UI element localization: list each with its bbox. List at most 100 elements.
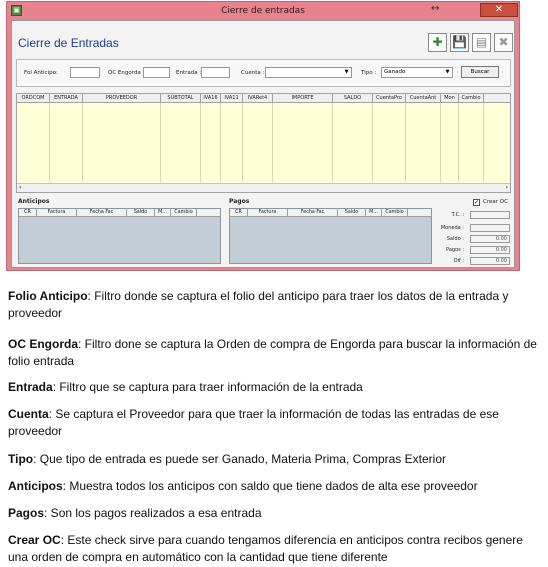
description-paragraph: Crear OC: Este check sirve para cuando t…: [8, 532, 538, 566]
new-icon[interactable]: ✚: [428, 33, 447, 52]
description-term: Tipo: [8, 452, 34, 466]
description-paragraph: Cuenta: Se captura el Proveedor para que…: [8, 406, 538, 440]
grid-column-header[interactable]: IMPORTE: [273, 94, 333, 103]
folio-anticipo-input[interactable]: [70, 67, 100, 78]
description-term: Crear OC: [8, 533, 61, 547]
oc-engorda-label: OC Engorda :: [108, 70, 145, 76]
description-text: : Que tipo de entrada es puede ser Ganad…: [33, 452, 446, 466]
tipo-dropdown[interactable]: Ganado ▼: [381, 67, 453, 78]
anticipos-column-header[interactable]: M...: [155, 209, 171, 217]
summary-label: Saldo :: [446, 236, 464, 242]
summary-value-field: 0.00: [470, 235, 510, 243]
oc-engorda-input[interactable]: [143, 67, 170, 78]
pagos-grid[interactable]: CR Factura Fecha Fac Saldo M... Cambio: [229, 208, 432, 264]
grid-column-header[interactable]: IVA16: [201, 94, 221, 103]
grid-column-header[interactable]: CuentaAnt: [406, 94, 441, 103]
close-window-button[interactable]: ✕: [480, 3, 518, 17]
anticipos-header: CR Factura Fecha Fac Saldo M... Cambio: [19, 209, 220, 217]
description-text: : Este check sirve para cuando tengamos …: [8, 533, 523, 564]
description-paragraph: OC Engorda: Filtro done se captura la Or…: [8, 336, 538, 370]
check-icon: ✓: [474, 199, 480, 206]
description-term: Entrada: [8, 380, 53, 394]
pagos-column-header[interactable]: Factura: [248, 209, 288, 217]
pagos-column-header[interactable]: Cambio: [382, 209, 408, 217]
grid-column-header[interactable]: ENTRADA: [50, 94, 83, 103]
description-paragraph: Entrada: Filtro que se captura para trae…: [8, 379, 538, 396]
cuenta-dropdown[interactable]: ▼: [265, 67, 352, 78]
grid-column-header[interactable]: Cambio: [459, 94, 484, 103]
print-icon[interactable]: ▤: [472, 33, 491, 52]
pagos-column-header[interactable]: Saldo: [338, 209, 366, 217]
summary-label: Moneda :: [440, 225, 464, 231]
grid-column: [273, 103, 333, 182]
grid-column-header[interactable]: ORDCOM: [17, 94, 50, 103]
crear-oc-checkbox[interactable]: ✓: [473, 199, 480, 206]
form-title: Cierre de Entradas: [18, 36, 119, 50]
grid-column-header[interactable]: SALDO: [333, 94, 373, 103]
anticipos-title: Anticipos: [18, 198, 50, 205]
anticipos-column-header[interactable]: Saldo: [127, 209, 155, 217]
description-text: : Muestra todos los anticipos con saldo …: [62, 479, 478, 493]
grid-column: [243, 103, 273, 182]
scroll-left-icon[interactable]: ‹: [19, 184, 21, 192]
description-paragraph: Pagos: Son los pagos realizados a esa en…: [8, 505, 538, 522]
grid-column: [83, 103, 161, 182]
anticipos-grid[interactable]: CR Factura Fecha Fac Saldo M... Cambio: [18, 208, 221, 264]
description-term: Cuenta: [8, 407, 49, 421]
grid-header: ORDCOM ENTRADA PROVEEDOR SUBTOTAL IVA16 IVA11…: [17, 94, 510, 103]
folio-anticipo-label: Fol Anticipo:: [24, 70, 58, 76]
pagos-column-header[interactable]: M...: [366, 209, 382, 217]
anticipos-column-header[interactable]: CR: [19, 209, 37, 217]
description-paragraph: Anticipos: Muestra todos los anticipos c…: [8, 478, 538, 495]
title-bar: ▣ Cierre de entradas ↔ ✕: [7, 2, 519, 20]
cancel-icon[interactable]: ✖: [494, 33, 513, 52]
crear-oc-label: Crear OC: [483, 199, 508, 205]
description-term: OC Engorda: [8, 337, 79, 351]
chevron-down-icon: ▼: [344, 69, 349, 75]
grid-column: [333, 103, 373, 182]
chevron-down-icon: ▼: [445, 69, 450, 75]
filter-bar: Fol Anticipo: OC Engorda : Entrada : Cue…: [16, 59, 511, 87]
save-icon[interactable]: 💾: [450, 33, 469, 52]
grid-column: [221, 103, 243, 182]
summary-label: Dif :: [453, 258, 464, 264]
grid-column: [201, 103, 221, 182]
window-title: Cierre de entradas: [221, 6, 305, 16]
grid-column: [17, 103, 50, 182]
description-term: Pagos: [8, 506, 45, 520]
description-text: : Filtro done se captura la Orden de com…: [8, 337, 537, 368]
pagos-column-header[interactable]: Fecha Fac: [288, 209, 338, 217]
grid-column: [373, 103, 406, 182]
grid-column-header[interactable]: CuentaPro: [373, 94, 406, 103]
description-term: Anticipos: [8, 479, 63, 493]
grid-column: [161, 103, 201, 182]
cuenta-label: Cuenta :: [241, 70, 265, 76]
horizontal-scrollbar[interactable]: ‹ ›: [17, 183, 510, 192]
grid-column-header[interactable]: Mon: [441, 94, 459, 103]
grid-column: [441, 103, 459, 182]
grid-column-header[interactable]: SUBTOTAL: [161, 94, 201, 103]
pagos-title: Pagos: [229, 198, 250, 205]
screenshot-window: ▣ Cierre de entradas ↔ ✕ Cierre de Entra…: [6, 1, 520, 271]
description-text: : Se captura el Proveedor para que traer…: [8, 407, 499, 438]
grid-column-header[interactable]: PROVEEDOR: [83, 94, 161, 103]
grid-column-header[interactable]: IVARet4: [243, 94, 273, 103]
summary-value-field: [470, 224, 510, 232]
grid-column: [459, 103, 484, 182]
description-text: : Son los pagos realizados a esa entrada: [44, 506, 262, 520]
summary-value-field: 0.00: [470, 246, 510, 254]
description-paragraph: Folio Anticipo: Filtro donde se captura …: [8, 288, 538, 322]
buscar-button[interactable]: Buscar: [461, 66, 499, 78]
pagos-header: CR Factura Fecha Fac Saldo M... Cambio: [230, 209, 431, 217]
anticipos-column-header[interactable]: Fecha Fac: [77, 209, 127, 217]
anticipos-column-header[interactable]: Cambio: [171, 209, 197, 217]
anticipos-column-header[interactable]: Factura: [37, 209, 77, 217]
entradas-grid[interactable]: ORDCOM ENTRADA PROVEEDOR SUBTOTAL IVA16 IVA11…: [16, 93, 511, 193]
pagos-column-header[interactable]: CR: [230, 209, 248, 217]
tipo-value: Ganado: [384, 69, 406, 75]
resize-icon[interactable]: ↔: [431, 3, 439, 14]
grid-column-header[interactable]: IVA11: [221, 94, 243, 103]
summary-value-field: [470, 211, 510, 219]
scroll-right-icon[interactable]: ›: [506, 184, 508, 192]
entrada-input[interactable]: [201, 67, 230, 78]
